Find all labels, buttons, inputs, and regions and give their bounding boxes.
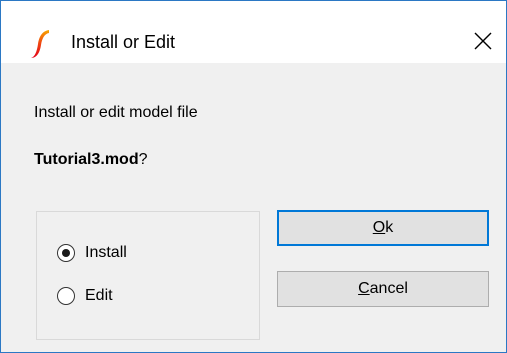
ok-label-rest: k [385, 219, 394, 236]
radio-install-label[interactable]: Install [85, 243, 127, 263]
radio-edit[interactable]: Edit [57, 286, 113, 306]
dialog-body: Install or edit model file Tutorial3.mod… [1, 63, 506, 352]
ok-button[interactable]: Ok [277, 210, 489, 246]
radio-selected-dot [62, 249, 70, 257]
cancel-button[interactable]: Cancel [277, 271, 489, 307]
filename-suffix: ? [138, 151, 148, 168]
ok-mnemonic: O [372, 219, 386, 236]
window-title: Install or Edit [71, 32, 176, 52]
dialog-message: Install or edit model file [34, 104, 198, 121]
dialog-window: Install or Edit Install or edit model fi… [0, 0, 507, 353]
radio-install[interactable]: Install [57, 243, 127, 263]
model-filename: Tutorial3.mod? [34, 150, 148, 170]
simetrix-logo-icon [31, 30, 49, 58]
radio-edit-label[interactable]: Edit [85, 286, 113, 306]
radio-edit-circle[interactable] [57, 287, 75, 305]
title-bar[interactable]: Install or Edit [1, 1, 506, 63]
action-option-group: Install Edit [36, 211, 260, 340]
cancel-label-rest: ancel [369, 280, 408, 297]
close-button[interactable] [460, 19, 506, 63]
cancel-mnemonic: C [358, 280, 370, 297]
radio-install-circle[interactable] [57, 244, 75, 262]
filename-text: Tutorial3.mod [34, 151, 139, 168]
close-icon [474, 32, 492, 50]
